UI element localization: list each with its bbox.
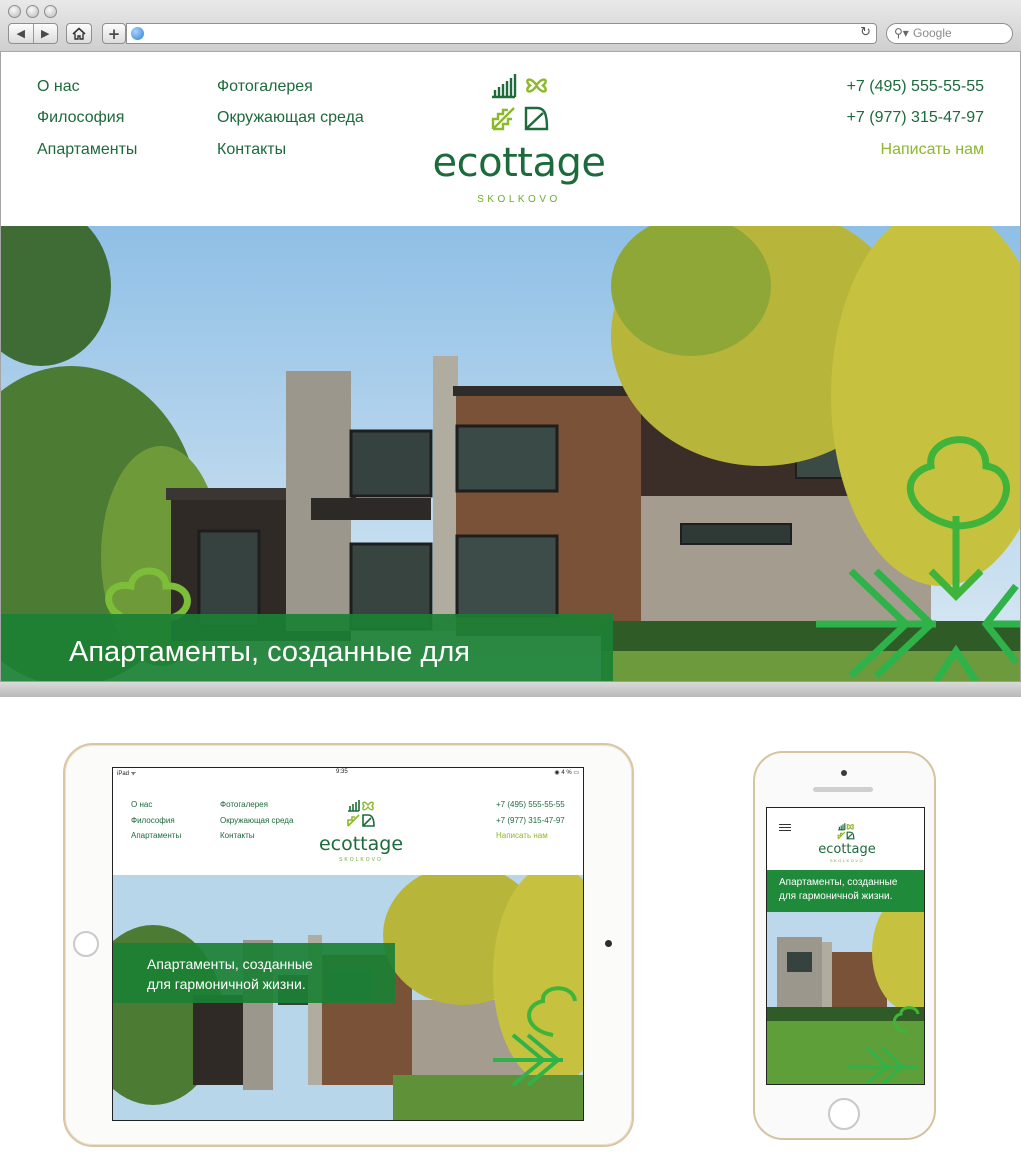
browser-toolbar: ◀ ▶ + ↻ ⚲▾ Google: [0, 0, 1021, 52]
search-placeholder: Google: [913, 26, 952, 40]
tablet-logo-subtitle: SKOLKOVO: [339, 857, 383, 863]
logo-clover-icon: [526, 78, 547, 93]
tablet-hero-line-2: для гармоничной жизни.: [147, 976, 306, 992]
tablet-status-bar: iPad ᯤ 9:35 ◉ 4 % ▭: [113, 768, 583, 779]
phone-camera: [841, 770, 847, 776]
tablet-write-us: Написать нам: [496, 831, 548, 840]
tablet-camera: [605, 940, 612, 947]
address-bar[interactable]: ↻: [126, 23, 877, 44]
browser-window: ◀ ▶ + ↻ ⚲▾ Google О нас Философия Апарта…: [0, 0, 1021, 697]
logo-leaf-icon: [524, 106, 549, 131]
tablet-hero-heading: Апартаменты, созданные для гармоничной ж…: [147, 954, 313, 994]
reload-icon[interactable]: ↻: [860, 25, 871, 40]
phone-hero-line-1: Апартаменты, созданные: [779, 877, 898, 888]
search-input[interactable]: ⚲▾ Google: [886, 23, 1013, 44]
tablet-home-button: [73, 931, 99, 957]
logo-subtitle: SKOLKOVO: [477, 194, 561, 205]
hero-heading: Апартаменты, созданные для: [69, 636, 471, 668]
tablet-nav-contacts: Контакты: [220, 831, 255, 840]
back-forward-buttons: ◀ ▶: [8, 23, 58, 44]
phone-link-1[interactable]: +7 (495) 555-55-55: [847, 78, 984, 96]
phone-hero: [767, 912, 924, 1084]
phone-logo-subtitle: SKOLKOVO: [829, 858, 865, 863]
tablet-status-time: 9:35: [336, 769, 348, 775]
minimize-window-button[interactable]: [26, 5, 39, 18]
tablet-phone-1: +7 (495) 555-55-55: [496, 800, 565, 809]
browser-bottom-frame: [0, 681, 1021, 697]
phone-hero-photo: [767, 912, 924, 1084]
phone-link-2[interactable]: +7 (977) 315-47-97: [847, 109, 984, 127]
phone-speaker: [813, 787, 873, 792]
tablet-nav-environment: Окружающая среда: [220, 816, 294, 825]
home-icon: [72, 27, 86, 40]
nav-philosophy[interactable]: Философия: [37, 109, 124, 127]
tablet-nav-gallery: Фотогалерея: [220, 800, 268, 809]
phone-logo-icon: [837, 823, 855, 840]
nav-contacts[interactable]: Контакты: [217, 141, 286, 159]
tablet-logo-icon: [347, 800, 375, 827]
tablet-hero-line-1: Апартаменты, созданные: [147, 956, 313, 972]
back-button[interactable]: ◀: [9, 24, 33, 43]
logo-pine-icon: [492, 74, 517, 99]
logo-wordmark[interactable]: ecottage: [401, 140, 637, 186]
forward-button[interactable]: ▶: [32, 24, 58, 43]
tablet-nav-about: О нас: [131, 800, 153, 809]
tablet-status-carrier: iPad ᯤ: [117, 771, 137, 777]
hero-banner: Апартаменты, созданные для: [1, 226, 1020, 681]
site-header: О нас Философия Апартаменты Фотогалерея …: [1, 52, 1020, 226]
nav-apartments[interactable]: Апартаменты: [37, 141, 137, 159]
write-us-link[interactable]: Написать нам: [881, 141, 984, 159]
tablet-nav-philosophy: Философия: [131, 816, 175, 825]
close-window-button[interactable]: [8, 5, 21, 18]
phone-home-button: [828, 1098, 860, 1130]
nav-environment[interactable]: Окружающая среда: [217, 109, 364, 127]
hero-house-photo: [1, 226, 1020, 681]
tablet-logo-wordmark: ecottage: [318, 833, 404, 855]
search-icon: ⚲▾: [894, 26, 909, 40]
tablet-phone-2: +7 (977) 315-47-97: [496, 816, 565, 825]
nav-gallery[interactable]: Фотогалерея: [217, 78, 313, 96]
nav-about[interactable]: О нас: [37, 78, 80, 96]
tablet-screen: iPad ᯤ 9:35 ◉ 4 % ▭ О нас Философия Апар…: [112, 767, 584, 1121]
logo-oak-leaf-icon: [491, 107, 515, 131]
phone-hero-line-2: для гармоничной жизни.: [779, 891, 893, 902]
tablet-nav-apartments: Апартаменты: [131, 831, 182, 840]
add-bookmark-button[interactable]: +: [102, 23, 126, 44]
hamburger-menu-icon: [779, 824, 791, 833]
globe-icon: [131, 27, 144, 40]
phone-logo-wordmark: ecottage: [818, 842, 876, 857]
phone-hero-heading: Апартаменты, созданные для гармоничной ж…: [779, 876, 921, 904]
tablet-status-battery: ◉ 4 % ▭: [554, 770, 579, 776]
zoom-window-button[interactable]: [44, 5, 57, 18]
home-button[interactable]: [66, 23, 92, 44]
phone-screen: ecottage SKOLKOVO Апартаменты, созданные…: [766, 807, 925, 1085]
